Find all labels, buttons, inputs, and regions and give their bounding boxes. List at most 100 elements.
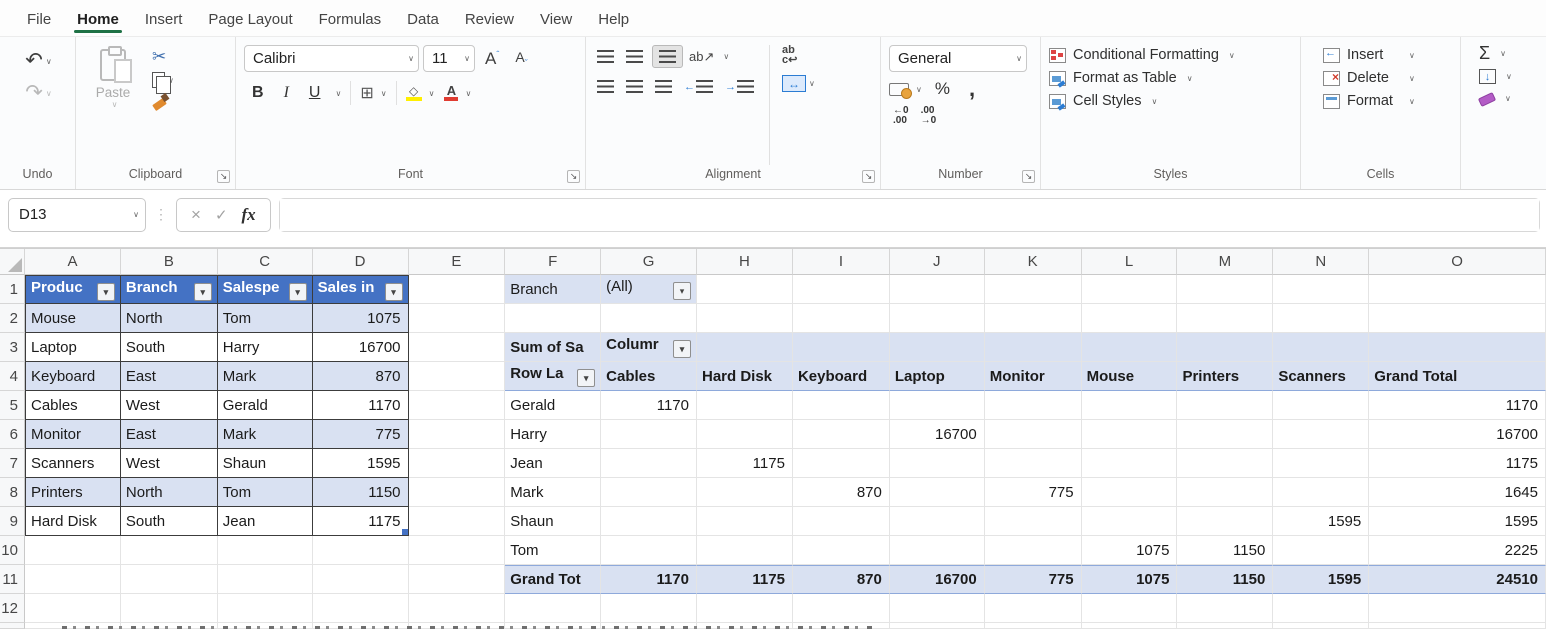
table-resize-handle[interactable]	[402, 529, 408, 535]
cell-K8[interactable]: 775	[985, 478, 1082, 507]
cell-H12[interactable]	[697, 594, 793, 623]
copy-icon[interactable]	[152, 72, 165, 88]
cell-N2[interactable]	[1273, 304, 1369, 333]
cell-J2[interactable]	[890, 304, 985, 333]
cell-A9[interactable]: Hard Disk	[25, 507, 121, 536]
cell-C1[interactable]: ▾Salespe	[218, 275, 313, 304]
cell-K11[interactable]: 775	[985, 565, 1082, 594]
column-header-O[interactable]: O	[1369, 249, 1546, 275]
cell-J12[interactable]	[890, 594, 985, 623]
cell-F11[interactable]: Grand Tot	[505, 565, 601, 594]
cell-A12[interactable]	[25, 594, 121, 623]
cell-G12[interactable]	[601, 594, 697, 623]
name-box[interactable]: ∨	[8, 198, 146, 232]
cell-D8[interactable]: 1150	[313, 478, 409, 507]
cell-F7[interactable]: Jean	[505, 449, 601, 478]
cell-K9[interactable]	[985, 507, 1082, 536]
chevron-down-icon[interactable]: ∨	[46, 57, 52, 66]
cell-H2[interactable]	[697, 304, 793, 333]
cell-H6[interactable]	[697, 420, 793, 449]
cell-C8[interactable]: Tom	[218, 478, 313, 507]
cell-L2[interactable]	[1082, 304, 1178, 333]
column-header-B[interactable]: B	[121, 249, 218, 275]
cell-C10[interactable]	[218, 536, 313, 565]
filter-button[interactable]: ▾	[289, 283, 307, 301]
row-header-8[interactable]: 8	[0, 478, 25, 507]
row-header-9[interactable]: 9	[0, 507, 25, 536]
cell-L8[interactable]	[1082, 478, 1178, 507]
decrease-font-size-button[interactable]: Aˇ	[509, 49, 533, 68]
cell-M11[interactable]: 1150	[1177, 565, 1273, 594]
column-header-L[interactable]: L	[1082, 249, 1178, 275]
wrap-text-button[interactable]: ab c↩	[782, 45, 797, 65]
cell-K10[interactable]	[985, 536, 1082, 565]
column-header-M[interactable]: M	[1177, 249, 1273, 275]
cell-H10[interactable]	[697, 536, 793, 565]
cell-J3[interactable]	[890, 333, 985, 362]
cell-B5[interactable]: West	[121, 391, 218, 420]
cell-E11[interactable]	[409, 565, 506, 594]
font-size-combo[interactable]: ∨	[423, 45, 475, 72]
chevron-down-icon[interactable]: ∨	[809, 79, 815, 88]
column-header-F[interactable]: F	[505, 249, 601, 275]
cell-J10[interactable]	[890, 536, 985, 565]
cell-D11[interactable]	[313, 565, 409, 594]
enter-icon[interactable]: ✓	[215, 206, 228, 224]
cell-L4[interactable]: Mouse	[1082, 362, 1178, 391]
cell-O2[interactable]	[1369, 304, 1546, 333]
cell-G9[interactable]	[601, 507, 697, 536]
name-box-input[interactable]	[19, 206, 130, 223]
row-header-3[interactable]: 3	[0, 333, 25, 362]
cell-K6[interactable]	[985, 420, 1082, 449]
cell-I2[interactable]	[793, 304, 890, 333]
cell-N9[interactable]: 1595	[1273, 507, 1369, 536]
insert-function-icon[interactable]: fx	[242, 205, 256, 225]
align-center-button[interactable]	[623, 78, 646, 95]
cell-F2[interactable]	[505, 304, 601, 333]
cell-M7[interactable]	[1177, 449, 1273, 478]
cell-O12[interactable]	[1369, 594, 1546, 623]
cell-M8[interactable]	[1177, 478, 1273, 507]
cell-M10[interactable]: 1150	[1177, 536, 1273, 565]
increase-font-size-button[interactable]: Aˆ	[479, 49, 505, 69]
cell-styles-button[interactable]: Cell Styles∨	[1049, 93, 1235, 109]
italic-button[interactable]: I	[276, 84, 297, 102]
cell-I3[interactable]	[793, 333, 890, 362]
cell-N11[interactable]: 1595	[1273, 565, 1369, 594]
top-align-button[interactable]	[594, 48, 617, 65]
fill-color-button[interactable]: ◇	[406, 86, 422, 101]
cell-K13-partial[interactable]	[985, 623, 1082, 629]
cell-H3[interactable]	[697, 333, 793, 362]
cell-M6[interactable]	[1177, 420, 1273, 449]
cell-J4[interactable]: Laptop	[890, 362, 985, 391]
cell-F6[interactable]: Harry	[505, 420, 601, 449]
cell-D9[interactable]: 1175	[313, 507, 409, 536]
font-size-input[interactable]	[432, 50, 461, 67]
cell-H4[interactable]: Hard Disk	[697, 362, 793, 391]
cell-G4[interactable]: Cables	[601, 362, 697, 391]
cell-J7[interactable]	[890, 449, 985, 478]
cell-L12[interactable]	[1082, 594, 1178, 623]
cell-G1[interactable]: ▾(All)	[601, 275, 697, 304]
cell-M4[interactable]: Printers	[1177, 362, 1273, 391]
cell-B8[interactable]: North	[121, 478, 218, 507]
cell-L1[interactable]	[1082, 275, 1178, 304]
insert-cells-button[interactable]: Insert∨	[1323, 47, 1415, 63]
cell-F8[interactable]: Mark	[505, 478, 601, 507]
cell-O1[interactable]	[1369, 275, 1546, 304]
column-header-J[interactable]: J	[890, 249, 985, 275]
tab-formulas[interactable]: Formulas	[306, 4, 395, 36]
cell-C9[interactable]: Jean	[218, 507, 313, 536]
cell-N6[interactable]	[1273, 420, 1369, 449]
cell-M1[interactable]	[1177, 275, 1273, 304]
cell-I8[interactable]: 870	[793, 478, 890, 507]
cell-F1[interactable]: Branch	[505, 275, 601, 304]
cell-E2[interactable]	[409, 304, 506, 333]
comma-style-button[interactable]: ,	[963, 82, 981, 96]
align-right-button[interactable]	[652, 78, 675, 95]
chevron-down-icon[interactable]: ∨	[429, 89, 435, 98]
cell-F4[interactable]: ▾Row La	[505, 362, 601, 391]
cell-K5[interactable]	[985, 391, 1082, 420]
column-header-I[interactable]: I	[793, 249, 890, 275]
row-header-11[interactable]: 11	[0, 565, 25, 594]
